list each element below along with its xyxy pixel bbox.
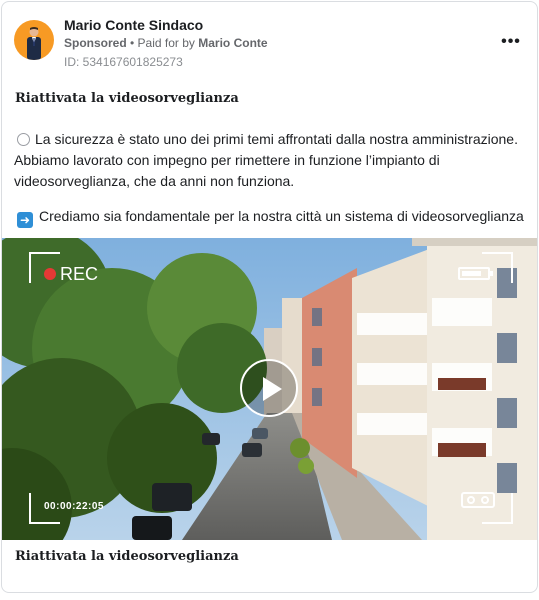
- cassette-reel-left: [467, 496, 475, 504]
- sponsored-meta: Sponsored • Paid for by Mario Conte: [64, 35, 268, 51]
- play-icon: [263, 377, 282, 401]
- video-timecode: 00:00:22:05: [44, 501, 104, 512]
- rec-indicator: REC: [44, 263, 98, 285]
- sponsored-label: Sponsored: [64, 36, 127, 50]
- post-title: Riattivata la videosorveglianza: [15, 91, 239, 106]
- rec-label-text: REC: [60, 264, 99, 284]
- cassette-icon: [461, 492, 495, 508]
- post-paragraph: La sicurezza è stato uno dei primi temi …: [14, 129, 530, 192]
- record-dot-icon: [44, 268, 56, 280]
- ad-header: Mario Conte Sindaco Sponsored • Paid for…: [2, 2, 537, 78]
- payer-name-link[interactable]: Mario Conte: [198, 36, 267, 50]
- more-options-button[interactable]: •••: [499, 32, 523, 52]
- post-paragraph-truncated[interactable]: ➜ Crediamo sia fondamentale per la nostra…: [14, 206, 528, 228]
- play-button[interactable]: [240, 359, 298, 417]
- paid-for-prefix: Paid for by: [137, 36, 199, 50]
- page-name-link[interactable]: Mario Conte Sindaco: [64, 16, 203, 34]
- video-player[interactable]: REC 00:00:22:05: [2, 238, 537, 540]
- page-avatar[interactable]: [14, 20, 54, 60]
- cassette-reel-right: [481, 496, 489, 504]
- ad-card: Mario Conte Sindaco Sponsored • Paid for…: [1, 1, 538, 593]
- link-caption[interactable]: Riattivata la videosorveglianza: [15, 549, 239, 564]
- right-arrow-icon: ➜: [17, 212, 33, 228]
- paragraph-1-text: La sicurezza è stato uno dei primi temi …: [14, 131, 518, 189]
- paragraph-2-text: Crediamo sia fondamentale per la nostra …: [39, 208, 524, 224]
- post-body: La sicurezza è stato uno dei primi temi …: [14, 129, 530, 242]
- candidate-portrait-icon: [27, 27, 41, 60]
- white-circle-icon: [17, 133, 30, 146]
- ad-id-text: ID: 534167601825273: [64, 55, 183, 69]
- meta-separator: •: [126, 36, 138, 50]
- battery-level-fill: [462, 271, 481, 276]
- battery-icon: [458, 267, 493, 280]
